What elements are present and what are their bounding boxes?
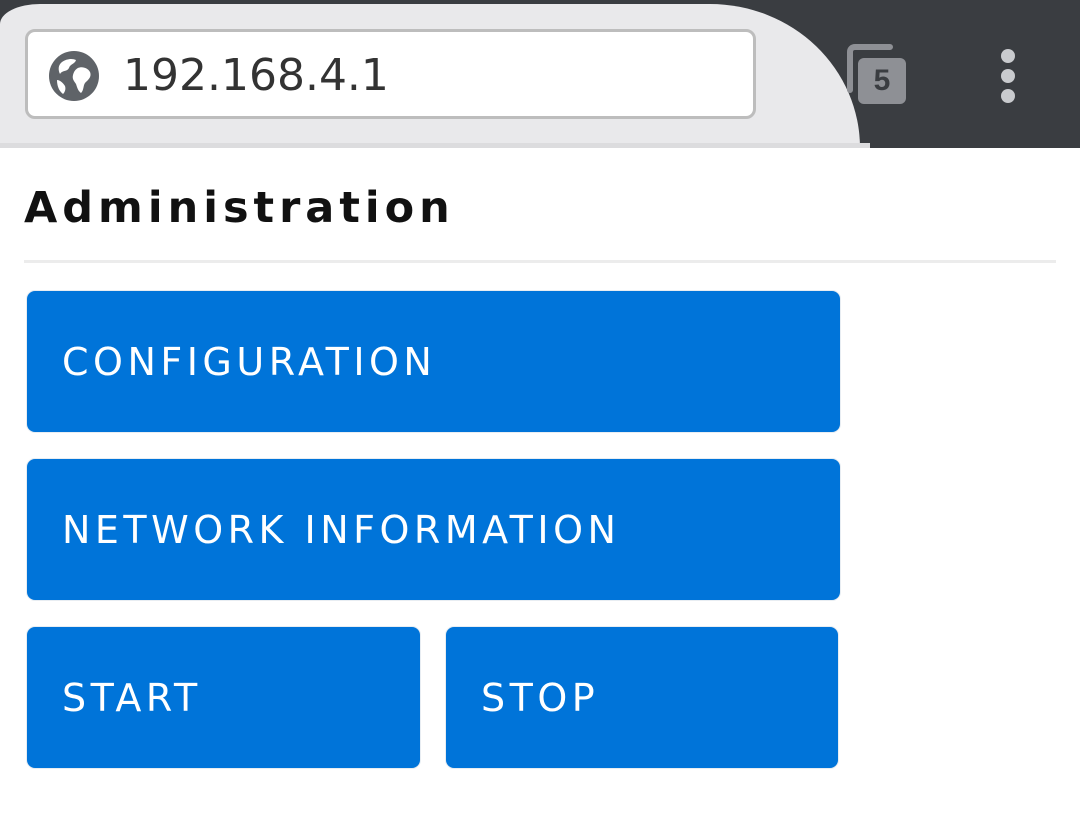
more-vertical-icon[interactable] [988,48,1028,104]
start-button-label: START [62,675,202,720]
globe-icon[interactable] [48,50,100,102]
url-text[interactable]: 192.168.4.1 [123,50,389,102]
configuration-button[interactable]: CONFIGURATION [27,291,840,432]
tab-count-badge[interactable]: 5 [858,58,906,104]
toolbar-bottom-shade [0,143,870,148]
configuration-button-label: CONFIGURATION [62,339,437,384]
page-title: Administration [24,183,455,233]
stop-button[interactable]: STOP [446,627,838,768]
title-divider [24,260,1056,263]
start-button[interactable]: START [27,627,420,768]
network-information-button-label: NETWORK INFORMATION [62,507,621,552]
network-information-button[interactable]: NETWORK INFORMATION [27,459,840,600]
stop-button-label: STOP [481,675,600,720]
